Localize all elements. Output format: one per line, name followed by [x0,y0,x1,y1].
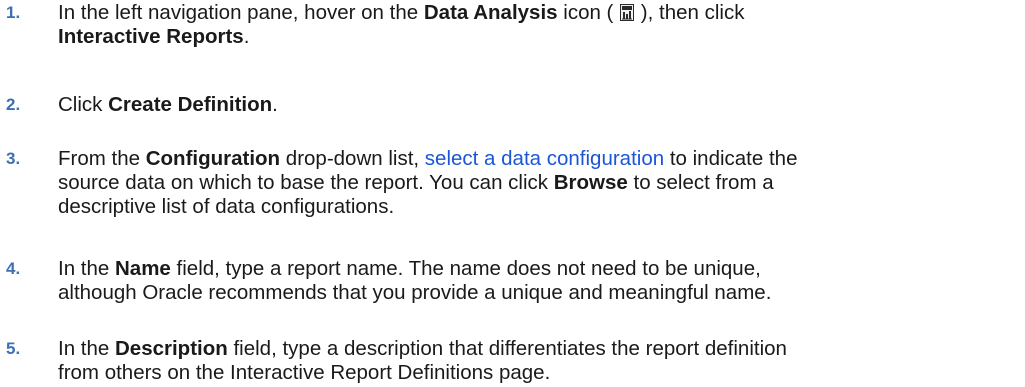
step-line: From the Configuration drop-down list, s… [58,147,1013,171]
text-segment: to indicate the [664,147,798,170]
step-number: 2. [6,95,21,114]
step-line: source data on which to base the report.… [58,171,1013,195]
text-segment: source data on which to base the report.… [58,171,554,194]
ui-term: Description [115,337,228,360]
step-text: Click Create Definition. [58,93,1013,117]
step-line: In the Name field, type a report name. T… [58,257,1013,281]
text-segment: . [243,25,250,48]
step-line: from others on the Interactive Report De… [58,361,1013,385]
step-text: From the Configuration drop-down list, s… [58,147,1013,219]
data-analysis-icon [620,3,635,21]
text-segment: In the [58,337,115,360]
text-segment: From the [58,147,146,170]
step-line: descriptive list of data configurations. [58,195,1013,219]
step-text: In the Description field, type a descrip… [58,337,1013,385]
step-number: 3. [6,149,21,168]
text-segment: icon ( [557,1,620,24]
ui-term: Create Definition [108,93,273,116]
text-segment: field, type a description that different… [227,337,787,360]
text-segment: from others on the Interactive Report De… [58,361,551,384]
step-line: Click Create Definition. [58,93,1013,117]
select-data-configuration-link[interactable]: select a data configuration [425,147,664,170]
step-line: In the Description field, type a descrip… [58,337,1013,361]
text-segment: . [272,93,278,116]
ui-term: Configuration [145,147,281,170]
step-line: although Oracle recommends that you prov… [58,281,1013,305]
ui-term: Name [115,257,171,280]
text-segment: field, type a report name. The name does… [170,257,761,280]
ui-term: Data Analysis [423,1,558,24]
step-line: Interactive Reports. [58,25,1013,49]
step-number: 1. [6,3,21,22]
text-segment: Click [58,93,109,116]
text-segment: although Oracle recommends that you prov… [58,281,772,304]
text-segment: ), then click [635,1,745,24]
step-line: In the left navigation pane, hover on th… [58,1,1013,25]
text-segment: In the [58,257,115,280]
ui-term: Interactive Reports [58,25,244,48]
step-text: In the Name field, type a report name. T… [58,257,1013,305]
step-text: In the left navigation pane, hover on th… [58,1,1013,49]
text-segment: In the left navigation pane, hover on th… [58,1,424,24]
text-segment: to select from a [627,171,774,194]
text-segment: descriptive list of data configurations. [58,195,395,218]
procedure-steps: 1. In the left navigation pane, hover on… [0,0,1025,387]
step-number: 4. [6,259,21,278]
step-number: 5. [6,339,21,358]
text-segment: drop-down list, [280,147,425,170]
ui-term: Browse [553,171,628,194]
